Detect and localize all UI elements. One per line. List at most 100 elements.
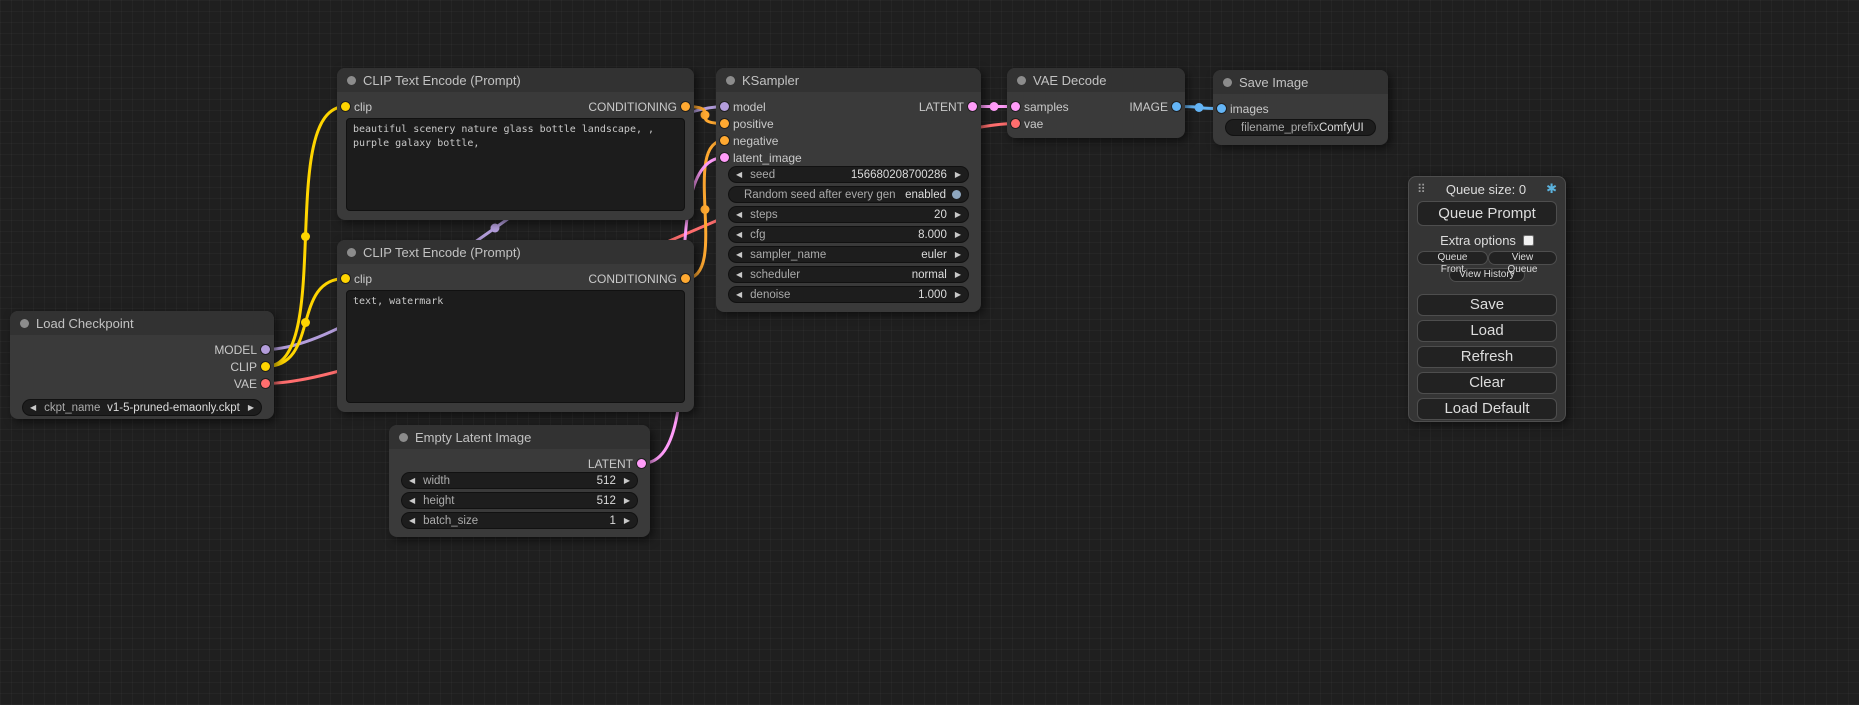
load-button[interactable]: Load — [1417, 320, 1557, 342]
steps-widget[interactable]: ◀ steps 20 ▶ — [728, 206, 969, 223]
filename-prefix-widget[interactable]: filename_prefix ComfyUI — [1225, 119, 1376, 136]
latent-output-port[interactable] — [968, 102, 977, 111]
vae-output-port[interactable] — [261, 379, 270, 388]
image-output-port[interactable] — [1172, 102, 1181, 111]
combo-right-arrow-icon[interactable]: ▶ — [955, 271, 961, 279]
seed-widget[interactable]: ◀ seed 156680208700286 ▶ — [728, 166, 969, 183]
denoise-widget[interactable]: ◀ denoise 1.000 ▶ — [728, 286, 969, 303]
collapse-dot-icon[interactable] — [1017, 76, 1026, 85]
increment-arrow-icon[interactable]: ▶ — [624, 497, 630, 505]
node-ksampler[interactable]: KSampler model LATENT positive negative … — [716, 68, 981, 312]
toggle-dot-icon[interactable] — [952, 190, 961, 199]
latent-image-input-port[interactable] — [720, 153, 729, 162]
clip-input-port[interactable] — [341, 274, 350, 283]
negative-prompt-textarea[interactable]: text, watermark — [346, 290, 685, 403]
node-title-bar[interactable]: Save Image — [1213, 70, 1388, 94]
load-default-button[interactable]: Load Default — [1417, 398, 1557, 420]
save-button[interactable]: Save — [1417, 294, 1557, 316]
latent-output-port[interactable] — [637, 459, 646, 468]
settings-gear-icon[interactable]: ✱ — [1546, 182, 1557, 197]
model-output-port[interactable] — [261, 345, 270, 354]
widget-value: enabled — [905, 189, 946, 201]
collapse-dot-icon[interactable] — [726, 76, 735, 85]
vae-input-port[interactable] — [1011, 119, 1020, 128]
scheduler-widget[interactable]: ◀ scheduler normal ▶ — [728, 266, 969, 283]
negative-input-port[interactable] — [720, 136, 729, 145]
conditioning-output-port[interactable] — [681, 274, 690, 283]
conditioning-output-port[interactable] — [681, 102, 690, 111]
view-history-button[interactable]: View History — [1449, 268, 1525, 282]
positive-input-port[interactable] — [720, 119, 729, 128]
widget-value: 8.000 — [766, 229, 947, 241]
wire-midpoint-dot — [301, 318, 310, 327]
node-title-bar[interactable]: CLIP Text Encode (Prompt) — [337, 240, 694, 264]
collapse-dot-icon[interactable] — [347, 76, 356, 85]
graph-canvas[interactable]: Load Checkpoint MODEL CLIP VAE ◀ ckpt_na… — [0, 0, 1859, 705]
node-save-image[interactable]: Save Image images filename_prefix ComfyU… — [1213, 70, 1388, 145]
extra-options-checkbox[interactable] — [1523, 235, 1534, 246]
batch-size-widget[interactable]: ◀ batch_size 1 ▶ — [401, 512, 638, 529]
increment-arrow-icon[interactable]: ▶ — [955, 211, 961, 219]
increment-arrow-icon[interactable]: ▶ — [624, 517, 630, 525]
node-vae-decode[interactable]: VAE Decode samples IMAGE vae — [1007, 68, 1185, 138]
widget-label: scheduler — [750, 269, 800, 281]
output-label: CLIP — [230, 360, 257, 374]
node-clip-text-encode-negative[interactable]: CLIP Text Encode (Prompt) clip CONDITION… — [337, 240, 694, 412]
clear-button[interactable]: Clear — [1417, 372, 1557, 394]
node-title-bar[interactable]: Empty Latent Image — [389, 425, 650, 449]
drag-handle-icon[interactable]: ⠿ — [1417, 182, 1426, 196]
decrement-arrow-icon[interactable]: ◀ — [409, 477, 415, 485]
decrement-arrow-icon[interactable]: ◀ — [409, 517, 415, 525]
increment-arrow-icon[interactable]: ▶ — [955, 171, 961, 179]
width-widget[interactable]: ◀ width 512 ▶ — [401, 472, 638, 489]
random-seed-toggle-widget[interactable]: Random seed after every gen enabled — [728, 186, 969, 203]
height-widget[interactable]: ◀ height 512 ▶ — [401, 492, 638, 509]
node-empty-latent-image[interactable]: Empty Latent Image LATENT ◀ width 512 ▶ … — [389, 425, 650, 537]
input-slot-negative: negative — [716, 132, 981, 149]
widget-value: v1-5-pruned-emaonly.ckpt — [100, 402, 239, 414]
clip-output-port[interactable] — [261, 362, 270, 371]
queue-prompt-button[interactable]: Queue Prompt — [1417, 201, 1557, 226]
queue-front-button[interactable]: Queue Front — [1417, 251, 1488, 265]
node-title-bar[interactable]: Load Checkpoint — [10, 311, 274, 335]
decrement-arrow-icon[interactable]: ◀ — [736, 211, 742, 219]
widget-label: height — [423, 495, 454, 507]
input-slot-vae: vae — [1007, 115, 1185, 132]
decrement-arrow-icon[interactable]: ◀ — [409, 497, 415, 505]
node-load-checkpoint[interactable]: Load Checkpoint MODEL CLIP VAE ◀ ckpt_na… — [10, 311, 274, 419]
node-title: CLIP Text Encode (Prompt) — [363, 73, 521, 88]
sampler-name-widget[interactable]: ◀ sampler_name euler ▶ — [728, 246, 969, 263]
combo-right-arrow-icon[interactable]: ▶ — [955, 251, 961, 259]
decrement-arrow-icon[interactable]: ◀ — [736, 291, 742, 299]
collapse-dot-icon[interactable] — [399, 433, 408, 442]
collapse-dot-icon[interactable] — [347, 248, 356, 257]
increment-arrow-icon[interactable]: ▶ — [955, 231, 961, 239]
queue-size-label: Queue size: 0 — [1426, 182, 1546, 197]
wire-midpoint-dot — [990, 102, 999, 111]
model-input-port[interactable] — [720, 102, 729, 111]
view-queue-button[interactable]: View Queue — [1488, 251, 1557, 265]
ckpt-name-widget[interactable]: ◀ ckpt_name v1-5-pruned-emaonly.ckpt ▶ — [22, 399, 262, 416]
combo-left-arrow-icon[interactable]: ◀ — [30, 404, 36, 412]
cfg-widget[interactable]: ◀ cfg 8.000 ▶ — [728, 226, 969, 243]
collapse-dot-icon[interactable] — [20, 319, 29, 328]
refresh-button[interactable]: Refresh — [1417, 346, 1557, 368]
positive-prompt-textarea[interactable]: beautiful scenery nature glass bottle la… — [346, 118, 685, 211]
combo-left-arrow-icon[interactable]: ◀ — [736, 271, 742, 279]
clip-input-port[interactable] — [341, 102, 350, 111]
collapse-dot-icon[interactable] — [1223, 78, 1232, 87]
decrement-arrow-icon[interactable]: ◀ — [736, 171, 742, 179]
samples-input-port[interactable] — [1011, 102, 1020, 111]
combo-left-arrow-icon[interactable]: ◀ — [736, 251, 742, 259]
increment-arrow-icon[interactable]: ▶ — [624, 477, 630, 485]
node-title-bar[interactable]: KSampler — [716, 68, 981, 92]
node-title-bar[interactable]: VAE Decode — [1007, 68, 1185, 92]
images-input-port[interactable] — [1217, 104, 1226, 113]
combo-right-arrow-icon[interactable]: ▶ — [248, 404, 254, 412]
node-title-bar[interactable]: CLIP Text Encode (Prompt) — [337, 68, 694, 92]
node-clip-text-encode-positive[interactable]: CLIP Text Encode (Prompt) clip CONDITION… — [337, 68, 694, 220]
increment-arrow-icon[interactable]: ▶ — [955, 291, 961, 299]
extra-options-label: Extra options — [1440, 233, 1516, 248]
node-title: Load Checkpoint — [36, 316, 134, 331]
decrement-arrow-icon[interactable]: ◀ — [736, 231, 742, 239]
